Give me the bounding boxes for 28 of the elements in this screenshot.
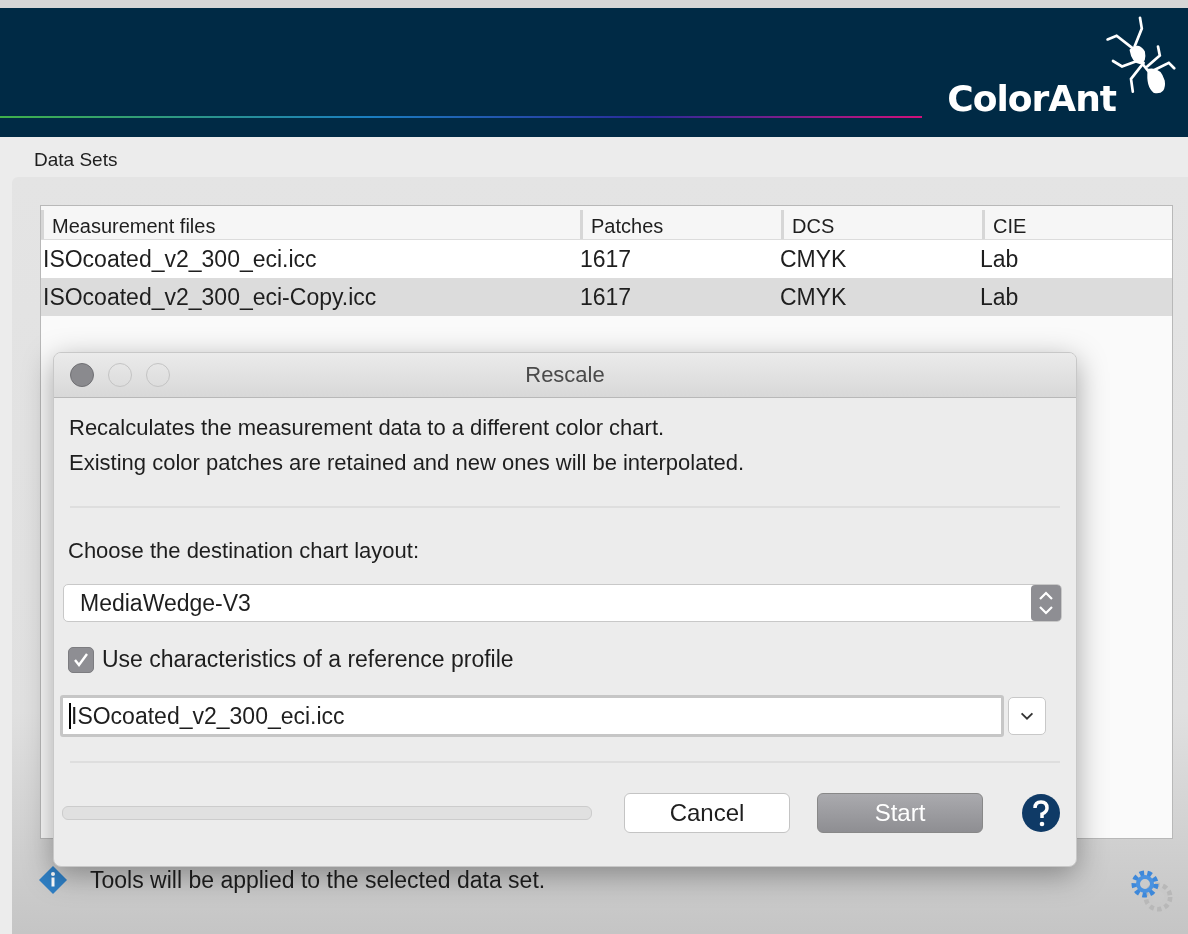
close-button[interactable] — [70, 363, 94, 387]
section-title: Data Sets — [33, 148, 119, 172]
status-message: Tools will be applied to the selected data set. — [90, 866, 546, 894]
cancel-button[interactable]: Cancel — [624, 793, 790, 833]
profile-field[interactable]: ISOcoated_v2_300_eci.icc — [60, 695, 1004, 737]
description-text: Existing color patches are retained and new ones will be interpolated. — [68, 449, 746, 477]
stepper-icon — [1031, 585, 1061, 621]
table-cell-text: ISOcoated_v2_300_eci-Copy.icc — [42, 283, 378, 311]
table-cell-text: Lab — [980, 245, 1020, 273]
table-cell-text: ISOcoated_v2_300_eci.icc — [42, 245, 318, 273]
table-row[interactable]: ISOcoated_v2_300_eci-Copy.icc 1617 CMYK Lab — [41, 278, 1172, 316]
chart-layout-select[interactable]: MediaWedge-V3 — [63, 584, 1062, 622]
checkbox-label: Use characteristics of a reference profile — [102, 646, 514, 673]
dropdown-button[interactable] — [1008, 697, 1046, 735]
table-cell-text: 1617 — [580, 245, 633, 273]
dialog-title: Rescale — [525, 362, 605, 388]
table-cell-text: Lab — [980, 283, 1020, 311]
logo-text: ColorAnt — [947, 81, 1116, 117]
table-cell-text: CMYK — [780, 283, 848, 311]
gears-icon[interactable] — [1130, 869, 1174, 913]
description-text: Recalculates the measurement data to a different color chart. — [68, 414, 666, 442]
chart-layout-label: Choose the destination chart layout: — [68, 538, 420, 564]
table-cell-text: 1617 — [580, 283, 633, 311]
table-row[interactable]: ISOcoated_v2_300_eci.icc 1617 CMYK Lab — [41, 240, 1172, 278]
reference-checkbox[interactable] — [68, 646, 94, 673]
table-cell-text: CMYK — [780, 245, 848, 273]
info-icon — [38, 865, 68, 895]
help-icon[interactable] — [1021, 793, 1061, 833]
